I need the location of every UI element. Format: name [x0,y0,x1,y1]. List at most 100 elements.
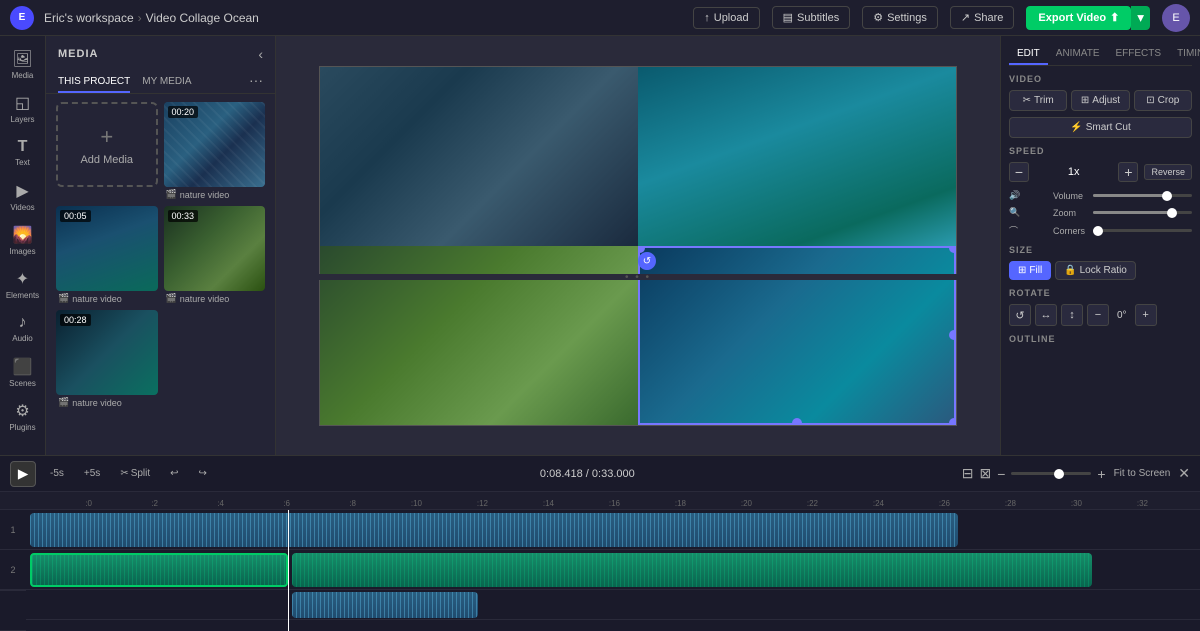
track-clip-2b[interactable] [292,553,1092,587]
media-thumb-4[interactable]: 00:28 [56,310,158,395]
rotate-add-button[interactable]: + [1135,304,1157,326]
settings-button[interactable]: ⚙ Settings [862,6,938,29]
export-dropdown-button[interactable]: ▾ [1131,6,1150,30]
zoom-controls: ⊟ ⊠ − + [962,465,1106,482]
zoom-split-button[interactable]: ⊠ [979,465,991,482]
sidebar-item-plugins[interactable]: ⚙ Plugins [3,396,43,436]
redo-button[interactable]: ↪ [193,466,213,481]
divider-handle[interactable]: • • • [319,274,957,280]
zoom-row: 🔍 Zoom [1009,207,1192,218]
track-clip-1[interactable] [30,513,958,547]
zoom-out-button[interactable]: − [997,466,1005,482]
handle-bm[interactable] [792,418,802,425]
left-sidebar: 🖼 Media ◱ Layers T Text ▶ Videos 🌄 Image… [0,36,46,455]
fit-to-screen-button[interactable]: Fit to Screen [1114,468,1171,479]
project-name: Video Collage Ocean [146,11,259,25]
tab-animate[interactable]: ANIMATE [1048,44,1108,65]
tab-this-project[interactable]: THIS PROJECT [58,72,130,93]
skip-fwd-button[interactable]: +5s [78,466,106,481]
media-name-2: 🎬 nature video [56,293,158,304]
sidebar-label-audio: Audio [12,334,32,343]
share-icon: ↗ [961,11,970,24]
export-icon: ⬆ [1110,11,1119,24]
flip-v-button[interactable]: ↕ [1061,304,1083,326]
audio-icon: ♪ [19,314,27,332]
rotate-sub-button[interactable]: − [1087,304,1109,326]
plugins-icon: ⚙ [15,401,29,421]
tracks-container: 1 2 [0,510,1200,631]
ruler-mark-16: :16 [554,499,620,509]
play-button[interactable]: ▶ [10,461,36,487]
tab-my-media[interactable]: MY MEDIA [142,72,191,93]
sidebar-item-layers[interactable]: ◱ Layers [3,88,43,128]
handle-tr[interactable] [949,246,956,253]
tab-effects[interactable]: EFFECTS [1108,44,1170,65]
undo-button[interactable]: ↩ [164,466,184,481]
media-more-button[interactable]: ··· [249,72,263,93]
tab-edit[interactable]: EDIT [1009,44,1048,65]
playhead[interactable] [288,510,289,631]
speed-increase-button[interactable]: + [1118,162,1138,182]
sidebar-item-audio[interactable]: ♪ Audio [3,308,43,348]
ruler-mark-18: :18 [620,499,686,509]
close-timeline-button[interactable]: ✕ [1178,465,1190,482]
media-thumb-1[interactable]: 00:20 [164,102,266,187]
video-collage[interactable] [319,66,957,426]
ruler-marks: :0 :2 :4 :6 :8 :10 :12 :14 [26,499,1200,509]
divider-dots: • • • [625,272,651,283]
speed-section-label: SPEED [1009,146,1192,156]
rotate-handle[interactable]: ↺ [638,252,656,270]
text-icon: T [18,138,28,156]
share-button[interactable]: ↗ Share [950,6,1015,29]
corners-slider[interactable] [1093,229,1192,232]
sidebar-label-images: Images [9,247,35,256]
trim-button[interactable]: ✂ Trim [1009,90,1067,111]
volume-slider[interactable] [1093,194,1192,197]
sidebar-item-media[interactable]: 🖼 Media [3,44,43,84]
sidebar-item-elements[interactable]: ✦ Elements [3,264,43,304]
collage-cell-2[interactable] [638,67,956,246]
rotate-ccw-button[interactable]: ↺ [1009,304,1031,326]
add-media-button[interactable]: + Add Media [56,102,158,187]
media-panel-close[interactable]: ‹ [258,46,263,62]
track-clip-3[interactable] [292,592,478,618]
media-thumb-2[interactable]: 00:05 [56,206,158,291]
tab-timing[interactable]: TIMING [1169,44,1200,65]
zoom-fit-button[interactable]: ⊟ [962,465,974,482]
sidebar-item-text[interactable]: T Text [3,132,43,172]
handle-br[interactable] [949,418,956,425]
sidebar-item-images[interactable]: 🌄 Images [3,220,43,260]
media-item-3: 00:33 🎬 nature video [164,206,266,304]
speed-decrease-button[interactable]: − [1009,162,1029,182]
fill-button[interactable]: ⊞ Fill [1009,261,1051,280]
zoom-slider[interactable] [1093,211,1192,214]
sidebar-item-videos[interactable]: ▶ Videos [3,176,43,216]
lock-ratio-button[interactable]: 🔒 Lock Ratio [1055,261,1136,280]
flip-h-button[interactable]: ↔ [1035,304,1057,326]
sidebar-item-scenes[interactable]: ⬛ Scenes [3,352,43,392]
upload-button[interactable]: ↑ Upload [693,7,759,29]
collage-cell-1[interactable] [320,67,638,246]
crop-button[interactable]: ⊡ Crop [1134,90,1192,111]
avatar[interactable]: E [1162,4,1190,32]
size-row: ⊞ Fill 🔒 Lock Ratio [1009,261,1192,280]
reverse-button[interactable]: Reverse [1144,164,1192,180]
media-duration-2: 00:05 [60,210,91,222]
split-button[interactable]: ✂ Split [114,466,156,481]
fill-icon: ⊞ [1018,265,1026,276]
workspace-name[interactable]: Eric's workspace [44,11,134,25]
media-thumb-3[interactable]: 00:33 [164,206,266,291]
zoom-slider-tl[interactable] [1011,472,1091,475]
handle-mr[interactable] [949,330,956,340]
export-button[interactable]: Export Video ⬆ [1026,6,1131,30]
track-clip-2[interactable] [30,553,288,587]
ruler-mark-26: :26 [884,499,950,509]
topbar: E Eric's workspace › Video Collage Ocean… [0,0,1200,36]
skip-back-button[interactable]: -5s [44,466,70,481]
smart-cut-button[interactable]: ⚡ Smart Cut [1009,117,1192,138]
subtitles-button[interactable]: ▤ Subtitles [772,6,851,29]
collage-cell-4[interactable] [638,246,956,425]
zoom-in-button[interactable]: + [1097,466,1105,482]
adjust-button[interactable]: ⊞ Adjust [1071,90,1129,111]
collage-cell-3[interactable] [320,246,638,425]
